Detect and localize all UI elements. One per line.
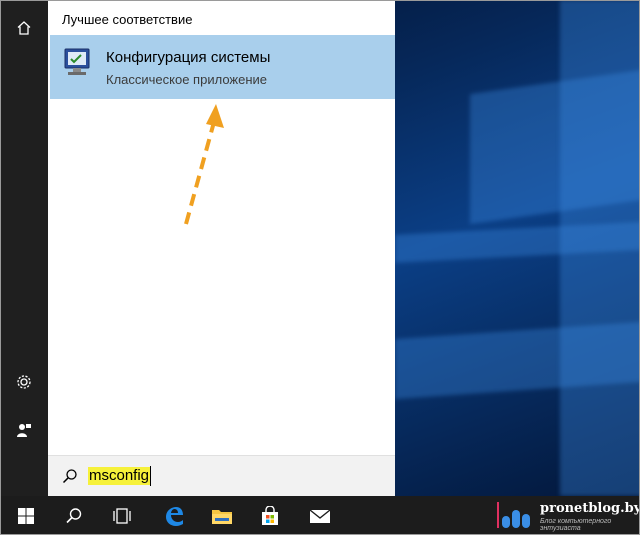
store-button[interactable] (246, 496, 294, 535)
start-button[interactable] (2, 496, 50, 535)
msconfig-app-icon (64, 48, 90, 75)
annotation-arrow (184, 104, 224, 225)
result-subtitle: Классическое приложение (106, 72, 268, 87)
start-left-rail (0, 0, 48, 496)
edge-browser-icon (166, 506, 183, 526)
gear-icon (17, 375, 31, 389)
watermark-name: pronetblog.by (540, 501, 640, 516)
mail-button[interactable] (296, 496, 344, 535)
search-results-panel: Лучшее соответствие Конфигурация системы… (48, 0, 395, 496)
text-caret (150, 466, 151, 486)
file-explorer-button[interactable] (198, 496, 246, 535)
edge-browser-button[interactable] (150, 496, 198, 535)
watermark-logo (497, 502, 530, 528)
site-watermark: pronetblog.by Блог компьютерного энтузиа… (492, 498, 640, 532)
search-icon (66, 507, 82, 523)
taskbar-search-button[interactable] (50, 496, 98, 535)
task-view-icon (113, 507, 131, 524)
file-explorer-icon (212, 509, 232, 524)
home-button[interactable] (0, 8, 48, 48)
feedback-button[interactable] (0, 410, 48, 450)
watermark-tagline: Блог компьютерного энтузиаста (540, 518, 612, 532)
mail-icon (309, 508, 331, 523)
task-view-button[interactable] (98, 496, 146, 535)
settings-button[interactable] (0, 362, 48, 402)
search-icon (62, 469, 77, 484)
user-feedback-icon (17, 424, 31, 437)
home-icon (17, 21, 31, 35)
store-icon (262, 505, 278, 525)
search-box[interactable]: msconfig (48, 455, 395, 497)
search-query[interactable]: msconfig (88, 467, 151, 485)
windows-start-icon (18, 507, 34, 524)
result-title: Конфигурация системы (106, 49, 271, 66)
best-match-result[interactable]: Конфигурация системы Классическое прилож… (50, 35, 395, 99)
best-match-heading: Лучшее соответствие (62, 12, 193, 27)
